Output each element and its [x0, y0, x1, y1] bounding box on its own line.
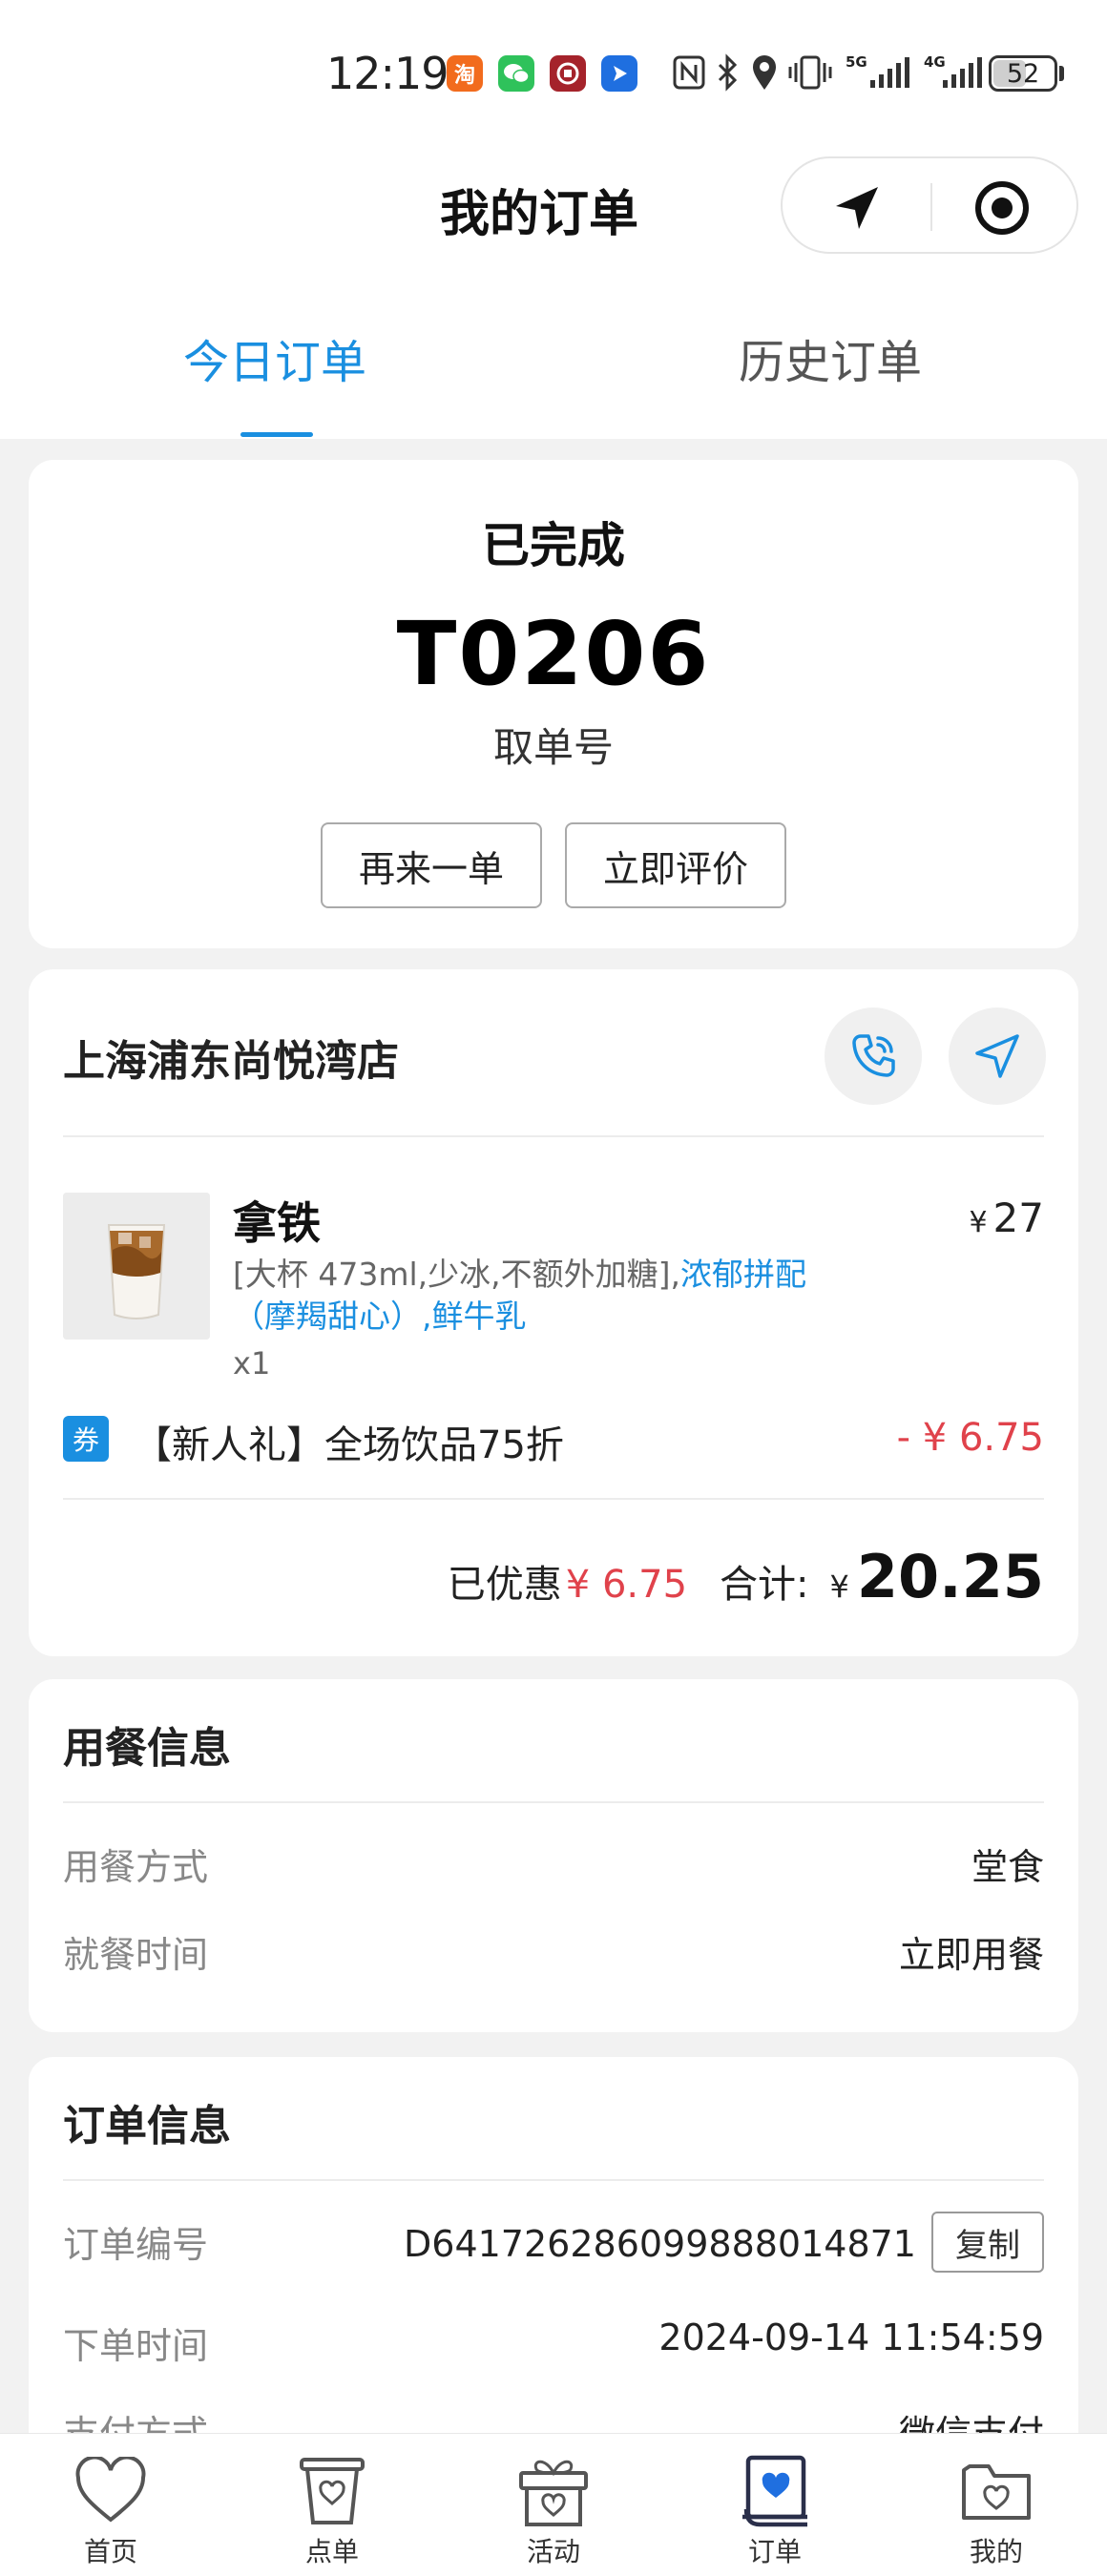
capsule-divider	[930, 183, 932, 231]
mini-program-capsule	[781, 156, 1078, 254]
dining-info-title: 用餐信息	[63, 1724, 231, 1773]
active-tab-indicator	[240, 432, 313, 437]
dining-info-card: 用餐信息 用餐方式 堂食 就餐时间 立即用餐	[29, 1679, 1078, 2032]
order-time-label: 下单时间	[63, 2325, 209, 2367]
total-label: 合计:	[720, 1563, 809, 1607]
product-quantity: x1	[233, 1345, 271, 1381]
coupon-name: 【新人礼】全场饮品75折	[134, 1423, 564, 1467]
nav-label: 订单	[747, 2536, 802, 2567]
status-bar: 12:19 淘 5G 4G 52	[0, 0, 1107, 143]
signal-icon	[943, 57, 982, 88]
nav-label: 我的	[969, 2536, 1023, 2567]
dining-method-value: 堂食	[971, 1846, 1044, 1888]
order-info-title: 订单信息	[63, 2102, 231, 2150]
coupon-discount: - ¥ 6.75	[896, 1416, 1044, 1460]
product-price: ¥27	[969, 1195, 1044, 1241]
order-number-label: 订单编号	[63, 2224, 209, 2266]
battery-level: 52	[1006, 58, 1040, 89]
pickup-label: 取单号	[492, 724, 614, 771]
nav-activity[interactable]: 活动	[496, 2453, 611, 2569]
messenger-icon	[601, 55, 637, 92]
order-summary: 已优惠 ¥ 6.75 合计: ¥ 20.25	[448, 1542, 1044, 1611]
tab-today-orders[interactable]: 今日订单	[183, 324, 366, 391]
order-tabs: 今日订单 历史订单	[0, 277, 1107, 439]
review-button[interactable]: 立即评价	[565, 822, 786, 908]
product-spec-options: [大杯 473ml,少冰,不额外加糖],	[233, 1256, 681, 1293]
latte-cup-image	[63, 1193, 210, 1340]
folder-heart-icon	[953, 2453, 1039, 2529]
copy-order-number-button[interactable]: 复制	[931, 2212, 1044, 2273]
gift-icon	[511, 2453, 596, 2529]
bank-icon	[550, 55, 586, 92]
nav-home[interactable]: 首页	[53, 2453, 168, 2569]
total-amount: 20.25	[856, 1542, 1044, 1611]
currency-symbol: ¥	[969, 1206, 988, 1239]
vibrate-icon	[788, 55, 832, 90]
dining-method-label: 用餐方式	[63, 1846, 209, 1888]
nfc-icon	[673, 55, 705, 90]
navigation-icon	[975, 1034, 1019, 1078]
tab-history-orders[interactable]: 历史订单	[739, 324, 922, 391]
bottom-nav: 首页 点单 活动 订单 我的	[0, 2433, 1107, 2576]
order-status-card: 已完成 T0206 取单号 再来一单 立即评价	[29, 460, 1078, 948]
product-name: 拿铁	[233, 1197, 321, 1249]
order-status: 已完成	[482, 518, 625, 573]
nav-mine[interactable]: 我的	[939, 2453, 1054, 2569]
nav-label: 点单	[304, 2536, 359, 2567]
nav-order-menu[interactable]: 点单	[275, 2453, 389, 2569]
coupon-badge: 券	[63, 1416, 109, 1462]
saved-label: 已优惠	[447, 1563, 562, 1607]
header: 我的订单	[0, 143, 1107, 277]
product-spec: [大杯 473ml,少冰,不额外加糖],浓郁拼配（摩羯甜心）,鲜牛乳	[233, 1254, 863, 1338]
heart-icon	[68, 2453, 154, 2529]
call-store-button[interactable]	[825, 1008, 922, 1105]
product-price-value: 27	[992, 1195, 1044, 1241]
reorder-button[interactable]: 再来一单	[321, 822, 542, 908]
divider	[63, 1801, 1044, 1803]
phone-icon	[852, 1034, 895, 1077]
nav-label: 首页	[83, 2536, 137, 2567]
divider	[63, 1498, 1044, 1500]
total-currency-symbol: ¥	[829, 1568, 849, 1605]
close-mini-program-button[interactable]	[973, 179, 1031, 237]
signal-icon	[870, 57, 909, 88]
order-time-value: 2024-09-14 11:54:59	[658, 2316, 1044, 2358]
share-location-button[interactable]	[828, 179, 886, 237]
order-number-value: D641726286099888014871	[404, 2223, 916, 2265]
dining-time-label: 就餐时间	[63, 1934, 209, 1976]
status-time: 12:19	[326, 48, 449, 99]
navigation-arrow-icon	[836, 187, 878, 229]
order-detail-card: 上海浦东尚悦湾店 拿铁 ¥27 [大杯 473ml,少冰,不额外加糖],浓郁拼配…	[29, 969, 1078, 1656]
taobao-icon: 淘	[447, 55, 483, 92]
divider	[63, 1135, 1044, 1137]
pickup-number: T0206	[396, 603, 711, 705]
battery-icon: 52	[989, 55, 1057, 92]
wechat-icon	[498, 55, 534, 92]
battery-tip	[1059, 66, 1064, 81]
divider	[63, 2179, 1044, 2181]
order-icon	[732, 2453, 818, 2529]
nav-label: 活动	[526, 2536, 580, 2567]
store-name[interactable]: 上海浦东尚悦湾店	[63, 1027, 399, 1088]
navigate-store-button[interactable]	[949, 1008, 1046, 1105]
bluetooth-icon	[718, 53, 738, 92]
location-icon	[753, 55, 776, 90]
product-image	[63, 1193, 210, 1340]
saved-amount: ¥ 6.75	[565, 1563, 688, 1607]
nav-orders[interactable]: 订单	[718, 2453, 832, 2569]
target-icon	[975, 181, 1029, 235]
cup-icon	[289, 2453, 375, 2529]
dining-time-value: 立即用餐	[898, 1934, 1044, 1976]
